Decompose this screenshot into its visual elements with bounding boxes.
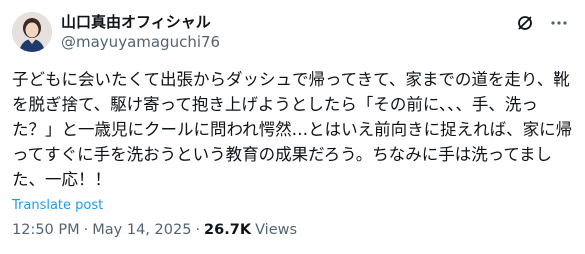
tweet-header: 山口真由オフィシャル @mayuyamaguchi76 — [12, 10, 569, 54]
tweet-card: 山口真由オフィシャル @mayuyamaguchi76 子どもに会いたくて出張か… — [0, 0, 585, 254]
tweet-text: 子どもに会いたくて出張からダッシュで帰ってきて、家までの道を走り、靴を脱ぎ捨て、… — [12, 70, 573, 189]
views-label: Views — [255, 222, 298, 238]
tweet-time[interactable]: 12:50 PM — [12, 222, 80, 238]
meta-separator-2: · — [195, 222, 201, 238]
tweet-meta: 12:50 PM · May 14, 2025 · 26.7K Views — [12, 222, 297, 238]
more-icon[interactable] — [549, 13, 569, 33]
avatar-image — [12, 12, 52, 52]
meta-separator: · — [83, 222, 89, 238]
handle[interactable]: @mayuyamaguchi76 — [61, 32, 220, 52]
display-name[interactable]: 山口真由オフィシャル — [61, 12, 220, 32]
author-info: 山口真由オフィシャル @mayuyamaguchi76 — [61, 12, 220, 52]
grok-icon[interactable] — [515, 13, 535, 33]
header-actions — [515, 13, 569, 33]
avatar[interactable] — [12, 12, 52, 52]
translate-post-link[interactable]: Translate post — [12, 198, 569, 214]
tweet-date[interactable]: May 14, 2025 — [92, 222, 191, 238]
views-count[interactable]: 26.7K — [204, 222, 251, 238]
